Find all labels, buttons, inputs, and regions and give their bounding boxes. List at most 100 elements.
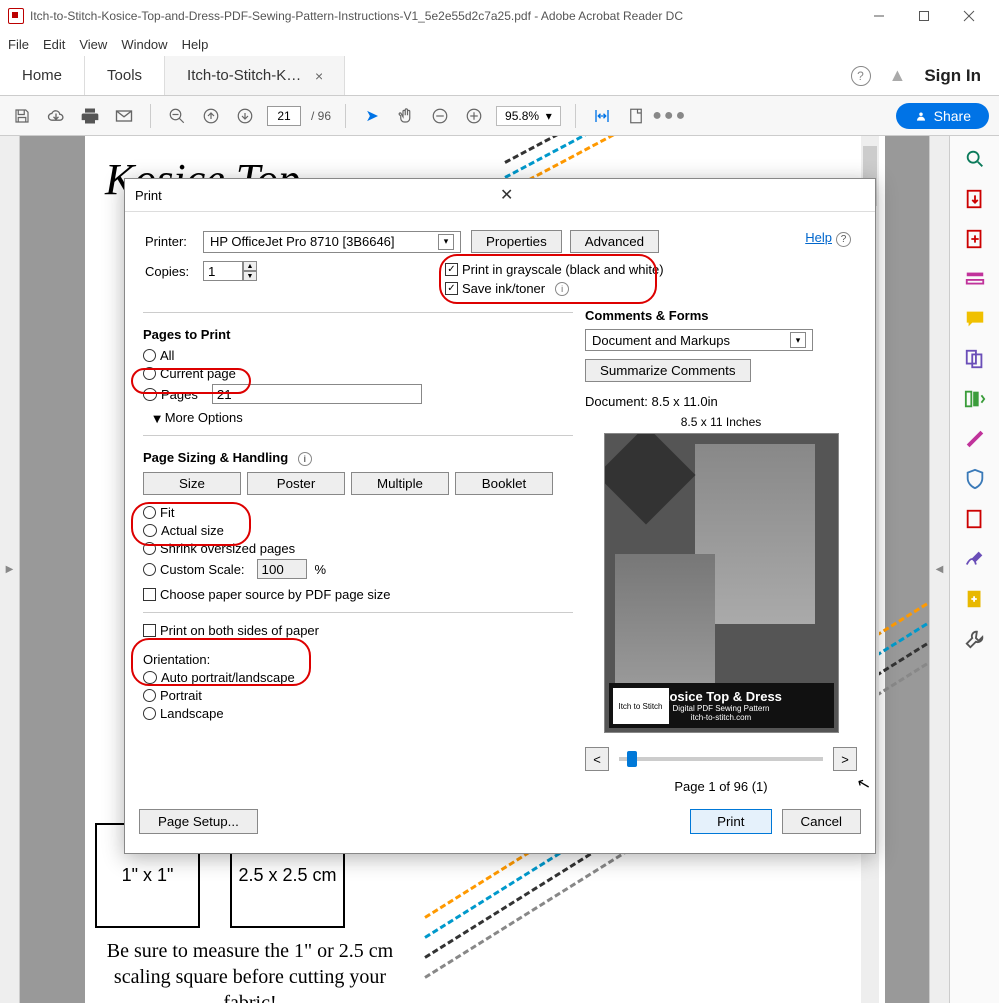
save-ink-label: Save ink/toner bbox=[462, 281, 545, 296]
protect-icon[interactable] bbox=[964, 468, 986, 490]
comments-forms-dropdown[interactable]: Document and Markups▾ bbox=[585, 329, 813, 351]
more-tools-wrench-icon[interactable] bbox=[964, 628, 986, 650]
app-icon bbox=[8, 8, 24, 24]
copies-spinner[interactable]: ▲▼ bbox=[243, 261, 257, 281]
properties-button[interactable]: Properties bbox=[471, 230, 562, 253]
cloud-icon[interactable] bbox=[44, 104, 68, 128]
cancel-button[interactable]: Cancel bbox=[782, 809, 862, 834]
menu-view[interactable]: View bbox=[79, 37, 107, 52]
preview-next-button[interactable]: > bbox=[833, 747, 857, 771]
radio-auto-orient[interactable] bbox=[143, 671, 157, 684]
dialog-title: Print bbox=[135, 188, 500, 203]
save-icon[interactable] bbox=[10, 104, 34, 128]
advanced-button[interactable]: Advanced bbox=[570, 230, 659, 253]
help-icon[interactable]: ? bbox=[851, 66, 871, 86]
fill-sign-icon[interactable] bbox=[964, 548, 986, 570]
close-button[interactable] bbox=[946, 1, 991, 31]
info-icon[interactable]: i bbox=[298, 452, 312, 466]
more-tools-icon[interactable]: ●●● bbox=[658, 104, 682, 128]
comments-forms-header: Comments & Forms bbox=[585, 308, 857, 323]
radio-all[interactable] bbox=[143, 349, 156, 362]
comment-icon[interactable] bbox=[964, 308, 986, 330]
hand-tool-icon[interactable] bbox=[394, 104, 418, 128]
window-title: Itch-to-Stitch-Kosice-Top-and-Dress-PDF-… bbox=[30, 9, 856, 23]
email-icon[interactable] bbox=[112, 104, 136, 128]
export-pdf-icon[interactable] bbox=[964, 188, 986, 210]
minimize-button[interactable] bbox=[856, 1, 901, 31]
sign-in-button[interactable]: Sign In bbox=[924, 66, 981, 86]
page-up-icon[interactable] bbox=[199, 104, 223, 128]
orientation-label: Orientation: bbox=[143, 652, 573, 667]
radio-landscape[interactable] bbox=[143, 707, 156, 720]
preview-prev-button[interactable]: < bbox=[585, 747, 609, 771]
organize-icon[interactable] bbox=[964, 388, 986, 410]
tab-document[interactable]: Itch-to-Stitch-Kosic... × bbox=[165, 56, 345, 95]
poster-button[interactable]: Poster bbox=[247, 472, 345, 495]
create-pdf-icon[interactable] bbox=[964, 228, 986, 250]
selection-tool-icon[interactable]: ➤ bbox=[360, 104, 384, 128]
zoom-level-dropdown[interactable]: 95.8% ▾ bbox=[496, 106, 561, 126]
dialog-close-icon[interactable]: ✕ bbox=[500, 185, 865, 205]
share-button[interactable]: Share bbox=[896, 103, 989, 129]
grayscale-label: Print in grayscale (black and white) bbox=[462, 262, 664, 277]
maximize-button[interactable] bbox=[901, 1, 946, 31]
summarize-comments-button[interactable]: Summarize Comments bbox=[585, 359, 751, 382]
copies-input[interactable] bbox=[203, 261, 243, 281]
cursor-icon: ↖ bbox=[855, 773, 873, 796]
radio-pages[interactable] bbox=[143, 388, 157, 401]
tab-tools[interactable]: Tools bbox=[85, 56, 165, 95]
booklet-button[interactable]: Booklet bbox=[455, 472, 553, 495]
redact-icon[interactable] bbox=[964, 428, 986, 450]
preview-logo: Itch to Stitch bbox=[613, 688, 669, 724]
left-panel-toggle[interactable]: ▶ bbox=[0, 136, 20, 1003]
printer-label: Printer: bbox=[145, 234, 203, 249]
right-panel-toggle[interactable]: ◀ bbox=[929, 136, 949, 1003]
multiple-button[interactable]: Multiple bbox=[351, 472, 449, 495]
both-sides-checkbox[interactable] bbox=[143, 624, 156, 637]
zoom-in-button[interactable] bbox=[462, 104, 486, 128]
save-ink-checkbox[interactable]: ✓ bbox=[445, 282, 458, 295]
radio-shrink[interactable] bbox=[143, 542, 156, 555]
radio-current[interactable] bbox=[143, 367, 156, 380]
page-setup-button[interactable]: Page Setup... bbox=[139, 809, 258, 834]
menu-help[interactable]: Help bbox=[182, 37, 209, 52]
help-link[interactable]: Help? bbox=[805, 230, 851, 247]
radio-actual-size[interactable] bbox=[143, 524, 157, 537]
pages-input[interactable] bbox=[212, 384, 422, 404]
notifications-icon[interactable]: ▲ bbox=[889, 65, 907, 86]
print-preview: Itch to Stitch Kosice Top & Dress Digita… bbox=[604, 433, 839, 733]
radio-fit[interactable] bbox=[143, 506, 156, 519]
tab-home[interactable]: Home bbox=[0, 56, 85, 95]
print-dialog: Print ✕ Help? Printer: HP OfficeJet Pro … bbox=[124, 178, 876, 854]
grayscale-checkbox[interactable]: ✓ bbox=[445, 263, 458, 276]
choose-paper-checkbox[interactable] bbox=[143, 588, 156, 601]
tab-document-label: Itch-to-Stitch-Kosic... bbox=[187, 67, 307, 84]
info-icon[interactable]: i bbox=[555, 282, 569, 296]
more-options-toggle[interactable]: ▶More Options bbox=[153, 410, 573, 425]
zoom-out-button[interactable] bbox=[428, 104, 452, 128]
combine-icon[interactable] bbox=[964, 348, 986, 370]
edit-pdf-icon[interactable] bbox=[964, 268, 986, 290]
zoom-out-icon[interactable] bbox=[165, 104, 189, 128]
printer-dropdown[interactable]: HP OfficeJet Pro 8710 [3B6646]▾ bbox=[203, 231, 461, 253]
menu-window[interactable]: Window bbox=[121, 37, 167, 52]
page-number-input[interactable] bbox=[267, 106, 301, 126]
menu-file[interactable]: File bbox=[8, 37, 29, 52]
print-button[interactable]: Print bbox=[690, 809, 771, 834]
page-down-icon[interactable] bbox=[233, 104, 257, 128]
size-button[interactable]: Size bbox=[143, 472, 241, 495]
radio-custom-scale[interactable] bbox=[143, 563, 156, 576]
sizing-header: Page Sizing & Handling i bbox=[143, 450, 573, 466]
search-tool-icon[interactable] bbox=[964, 148, 986, 170]
page-total-label: / 96 bbox=[311, 109, 331, 123]
fit-width-icon[interactable] bbox=[590, 104, 614, 128]
compress-icon[interactable] bbox=[964, 508, 986, 530]
menu-edit[interactable]: Edit bbox=[43, 37, 65, 52]
preview-slider[interactable] bbox=[619, 757, 823, 761]
tab-close-icon[interactable]: × bbox=[315, 68, 322, 84]
custom-scale-input[interactable] bbox=[257, 559, 307, 579]
page-view-icon[interactable] bbox=[624, 104, 648, 128]
print-icon[interactable] bbox=[78, 104, 102, 128]
convert-icon[interactable] bbox=[964, 588, 986, 610]
radio-portrait[interactable] bbox=[143, 689, 156, 702]
